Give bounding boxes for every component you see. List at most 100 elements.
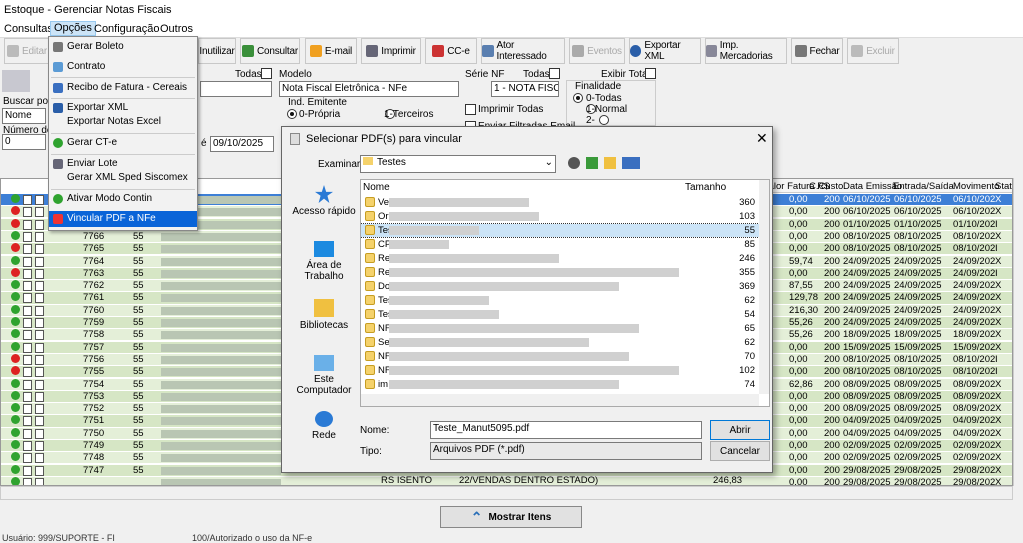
place-acesso-rapido[interactable]: Acesso rápido	[290, 185, 358, 217]
document-icon[interactable]	[23, 318, 32, 328]
header-ccusto[interactable]: C.Custo	[809, 181, 843, 192]
print-icon[interactable]	[35, 367, 44, 378]
menu-consultas[interactable]: Consultas	[4, 23, 53, 35]
file-item[interactable]: Tes 62	[361, 294, 769, 307]
date-picker[interactable]: 09/10/2025	[210, 136, 274, 152]
document-icon[interactable]	[23, 244, 32, 255]
document-icon[interactable]	[23, 268, 32, 279]
print-icon[interactable]	[35, 465, 44, 476]
file-item[interactable]: Tes 54	[361, 308, 769, 321]
document-icon[interactable]	[23, 342, 32, 353]
menu-gerar-cte[interactable]: Gerar CT-e	[49, 135, 197, 151]
email-button[interactable]: E-mail	[305, 38, 357, 64]
file-item[interactable]: CP 85	[361, 238, 769, 251]
print-icon[interactable]	[35, 256, 44, 267]
header-entrada-saida[interactable]: Entrada/Saída	[893, 181, 954, 192]
exibir-total-checkbox[interactable]	[645, 68, 656, 79]
file-item[interactable]: NF 70	[361, 350, 769, 363]
file-item[interactable]: Se 62	[361, 336, 769, 349]
col-tamanho-header[interactable]: Tamanho	[685, 182, 726, 193]
print-icon[interactable]	[35, 441, 44, 451]
back-icon[interactable]	[568, 157, 580, 169]
folder-select[interactable]: Testes ⌄	[360, 155, 556, 173]
close-icon[interactable]: ✕	[756, 130, 768, 147]
document-icon[interactable]	[23, 354, 32, 365]
col-nome-header[interactable]: Nome	[363, 182, 390, 193]
ator-interessado-button[interactable]: Ator Interessado	[481, 38, 565, 64]
document-icon[interactable]	[23, 428, 32, 439]
place-bibliotecas[interactable]: Bibliotecas	[290, 299, 358, 331]
file-item[interactable]: Re 355	[361, 266, 769, 279]
header-movimento[interactable]: Movimento	[953, 181, 999, 192]
file-item[interactable]: Ve 360	[361, 196, 769, 209]
print-icon[interactable]	[35, 281, 44, 292]
menu-configuracao[interactable]: Configuração	[94, 23, 159, 35]
propria-radio[interactable]	[287, 109, 297, 119]
print-icon[interactable]	[35, 219, 44, 230]
document-icon[interactable]	[23, 416, 32, 427]
print-icon[interactable]	[35, 379, 44, 390]
print-icon[interactable]	[35, 207, 44, 218]
print-icon[interactable]	[35, 293, 44, 304]
document-icon[interactable]	[23, 281, 32, 292]
place-rede[interactable]: Rede	[290, 411, 358, 441]
print-icon[interactable]	[35, 268, 44, 279]
serie-todas-checkbox[interactable]	[549, 68, 560, 79]
numero-input[interactable]: 0	[2, 134, 46, 150]
document-icon[interactable]	[23, 305, 32, 316]
document-icon[interactable]	[23, 391, 32, 402]
menu-contrato[interactable]: Contrato	[49, 59, 197, 75]
document-icon[interactable]	[23, 379, 32, 390]
menu-gerar-xml-sped[interactable]: Gerar XML Sped Siscomex	[49, 170, 197, 186]
print-icon[interactable]	[35, 428, 44, 439]
modelo-select[interactable]: Nota Fiscal Eletrônica - NFe	[279, 81, 459, 97]
buscar-select[interactable]: Nome	[2, 108, 46, 124]
document-icon[interactable]	[23, 465, 32, 476]
file-vscroll[interactable]	[759, 180, 769, 394]
filename-input[interactable]: Teste_Manut5095.pdf	[430, 421, 702, 439]
file-item[interactable]: Tes 55	[361, 223, 769, 238]
place-area-trabalho[interactable]: Área de Trabalho	[290, 241, 358, 282]
print-icon[interactable]	[35, 416, 44, 427]
eventos-button[interactable]: Eventos	[569, 38, 625, 64]
menu-ativar-contingencia[interactable]: Ativar Modo Contin	[49, 191, 197, 207]
filetype-select[interactable]: Arquivos PDF (*.pdf)	[430, 442, 702, 460]
first-select[interactable]	[200, 81, 272, 97]
print-icon[interactable]	[35, 391, 44, 402]
file-item[interactable]: NF 65	[361, 322, 769, 335]
print-icon[interactable]	[35, 453, 44, 464]
print-icon[interactable]	[35, 195, 44, 205]
menu-vincular-pdf[interactable]: Vincular PDF a NFe	[49, 211, 197, 227]
consultar-button[interactable]: Consultar	[240, 38, 300, 64]
cancelar-button[interactable]: Cancelar	[710, 441, 770, 461]
grid-vscroll[interactable]	[1013, 178, 1023, 486]
file-item[interactable]: Or 103	[361, 210, 769, 223]
file-item[interactable]: NF 102	[361, 364, 769, 377]
imprimir-button[interactable]: Imprimir	[361, 38, 421, 64]
document-icon[interactable]	[23, 207, 32, 218]
file-item[interactable]: im 74	[361, 378, 769, 391]
mostrar-itens-button[interactable]: ⌃ Mostrar Itens	[440, 506, 582, 528]
menu-exportar-excel[interactable]: Exportar Notas Excel	[49, 114, 197, 130]
view-menu-icon[interactable]	[622, 157, 640, 169]
document-icon[interactable]	[23, 330, 32, 341]
fin-todas-radio[interactable]	[573, 93, 583, 103]
document-icon[interactable]	[23, 404, 32, 415]
cce-button[interactable]: CC-e	[425, 38, 477, 64]
print-icon[interactable]	[35, 342, 44, 353]
imp-mercadorias-button[interactable]: Imp. Mercadorias	[705, 38, 787, 64]
print-icon[interactable]	[35, 244, 44, 255]
menu-opcoes[interactable]: Opções	[50, 21, 96, 36]
document-icon[interactable]	[23, 195, 32, 205]
print-icon[interactable]	[35, 477, 44, 485]
place-este-computador[interactable]: Este Computador	[290, 355, 358, 396]
print-icon[interactable]	[35, 330, 44, 341]
print-icon[interactable]	[35, 318, 44, 328]
todas-checkbox[interactable]	[261, 68, 272, 79]
menu-gerar-boleto[interactable]: Gerar Boleto	[49, 39, 197, 55]
document-icon[interactable]	[23, 219, 32, 230]
file-hscroll[interactable]	[361, 394, 759, 406]
print-icon[interactable]	[35, 404, 44, 415]
grid-hscroll[interactable]	[0, 486, 1013, 500]
inutilizar-button[interactable]: Inutilizar	[198, 38, 236, 64]
